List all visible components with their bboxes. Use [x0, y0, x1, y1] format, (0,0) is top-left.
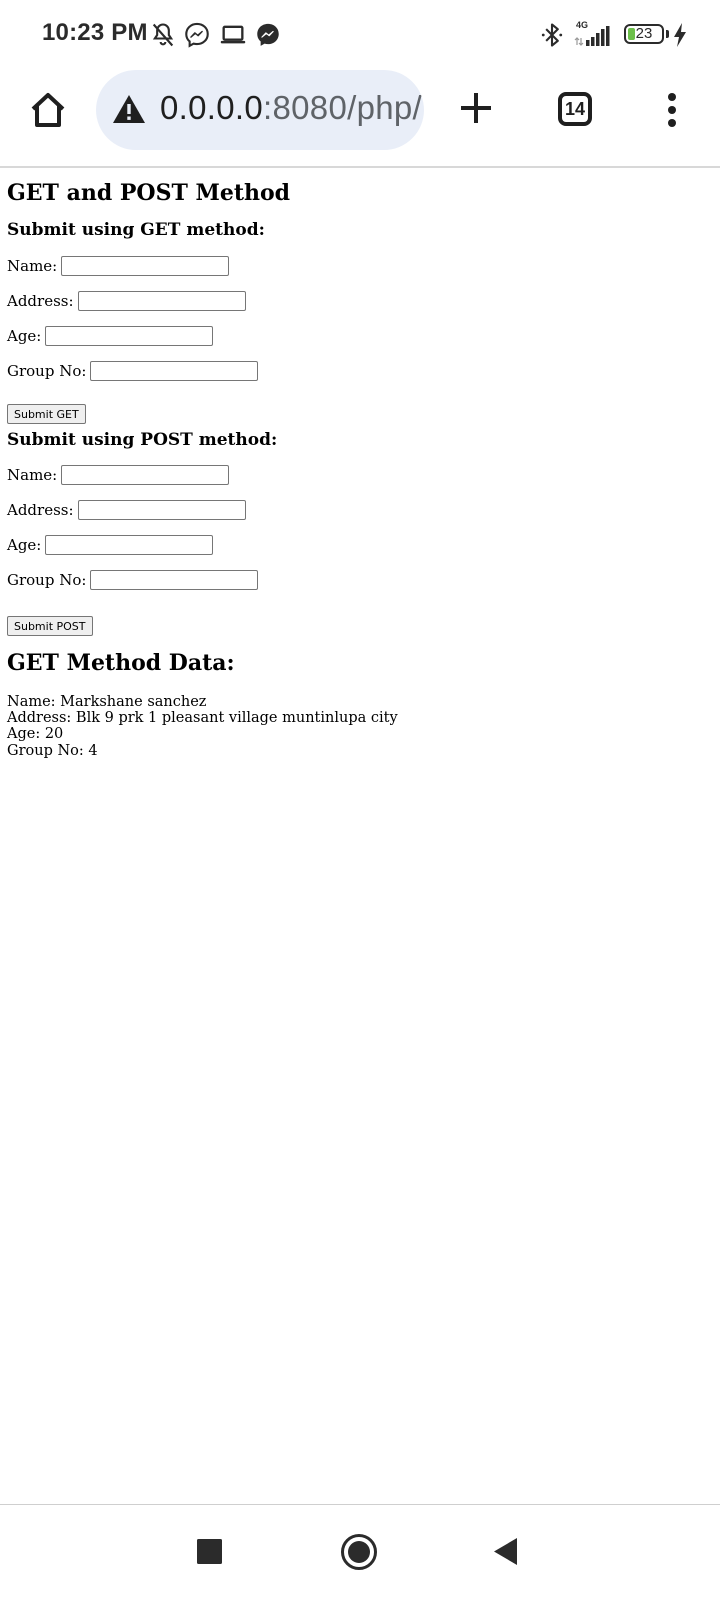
- get-address-input[interactable]: [77, 291, 246, 311]
- post-group-input[interactable]: [90, 570, 259, 590]
- new-tab-plus-icon[interactable]: [458, 90, 494, 126]
- tabs-icon[interactable]: 14: [558, 92, 592, 126]
- post-address-row: Address:: [7, 500, 246, 520]
- url-host: 0.0.0.0: [160, 89, 264, 126]
- post-name-row: Name:: [7, 465, 230, 485]
- url-path: :8080/php/: [263, 89, 423, 126]
- get-age-label: Age:: [7, 327, 42, 345]
- get-age-row: Age:: [7, 326, 214, 346]
- get-address-row: Address:: [7, 291, 246, 311]
- get-data-name: Name: Markshane sanchez: [7, 694, 207, 710]
- address-bar[interactable]: 0.0.0.0:8080/php/: [96, 70, 424, 150]
- page-title: GET and POST Method: [7, 180, 291, 206]
- post-group-label: Group No:: [7, 571, 87, 589]
- post-age-row: Age:: [7, 535, 214, 555]
- submit-get-button[interactable]: Submit GET: [7, 404, 86, 424]
- get-data-age: Age: 20: [7, 726, 64, 742]
- get-data-address: Address: Blk 9 prk 1 pleasant village mu…: [7, 710, 398, 726]
- charging-bolt-icon: [674, 23, 686, 47]
- battery-icon: 23: [624, 24, 664, 44]
- back-triangle-icon[interactable]: [493, 1537, 518, 1566]
- battery-level: 23: [635, 25, 653, 42]
- messenger-icon: [185, 22, 209, 48]
- get-name-input[interactable]: [61, 256, 230, 276]
- recents-square-icon[interactable]: [197, 1539, 222, 1564]
- get-group-label: Group No:: [7, 362, 87, 380]
- home-icon[interactable]: [28, 90, 68, 130]
- get-address-label: Address:: [7, 292, 74, 310]
- get-data-group: Group No: 4: [7, 743, 98, 759]
- signal-icon: [574, 26, 610, 46]
- submit-post-button[interactable]: Submit POST: [7, 616, 93, 636]
- get-group-row: Group No:: [7, 361, 259, 381]
- home-circle-icon[interactable]: [340, 1533, 378, 1571]
- get-group-input[interactable]: [90, 361, 259, 381]
- get-age-input[interactable]: [45, 326, 214, 346]
- get-data-heading: GET Method Data:: [7, 650, 235, 676]
- battery-nub: [666, 30, 669, 38]
- get-name-label: Name:: [7, 257, 58, 275]
- post-age-label: Age:: [7, 536, 42, 554]
- url-text[interactable]: 0.0.0.0:8080/php/: [160, 89, 422, 127]
- bell-off-icon: [152, 23, 174, 47]
- post-name-input[interactable]: [61, 465, 230, 485]
- bluetooth-icon: [541, 23, 563, 47]
- post-age-input[interactable]: [45, 535, 214, 555]
- browser-toolbar: 0.0.0.0:8080/php/ 14: [0, 70, 720, 166]
- post-form-heading: Submit using POST method:: [7, 430, 278, 450]
- post-address-label: Address:: [7, 501, 74, 519]
- get-name-row: Name:: [7, 256, 230, 276]
- post-group-row: Group No:: [7, 570, 259, 590]
- messenger-icon: [257, 23, 279, 46]
- toolbar-divider: [0, 166, 720, 168]
- warning-icon[interactable]: [112, 93, 146, 125]
- laptop-icon: [220, 25, 246, 44]
- status-bar: 10:23 PM 4G 23: [0, 0, 720, 70]
- nav-divider: [0, 1504, 720, 1505]
- post-name-label: Name:: [7, 466, 58, 484]
- more-menu-icon[interactable]: [662, 92, 682, 128]
- status-time: 10:23 PM: [42, 19, 148, 46]
- post-address-input[interactable]: [77, 500, 246, 520]
- get-form-heading: Submit using GET method:: [7, 220, 265, 240]
